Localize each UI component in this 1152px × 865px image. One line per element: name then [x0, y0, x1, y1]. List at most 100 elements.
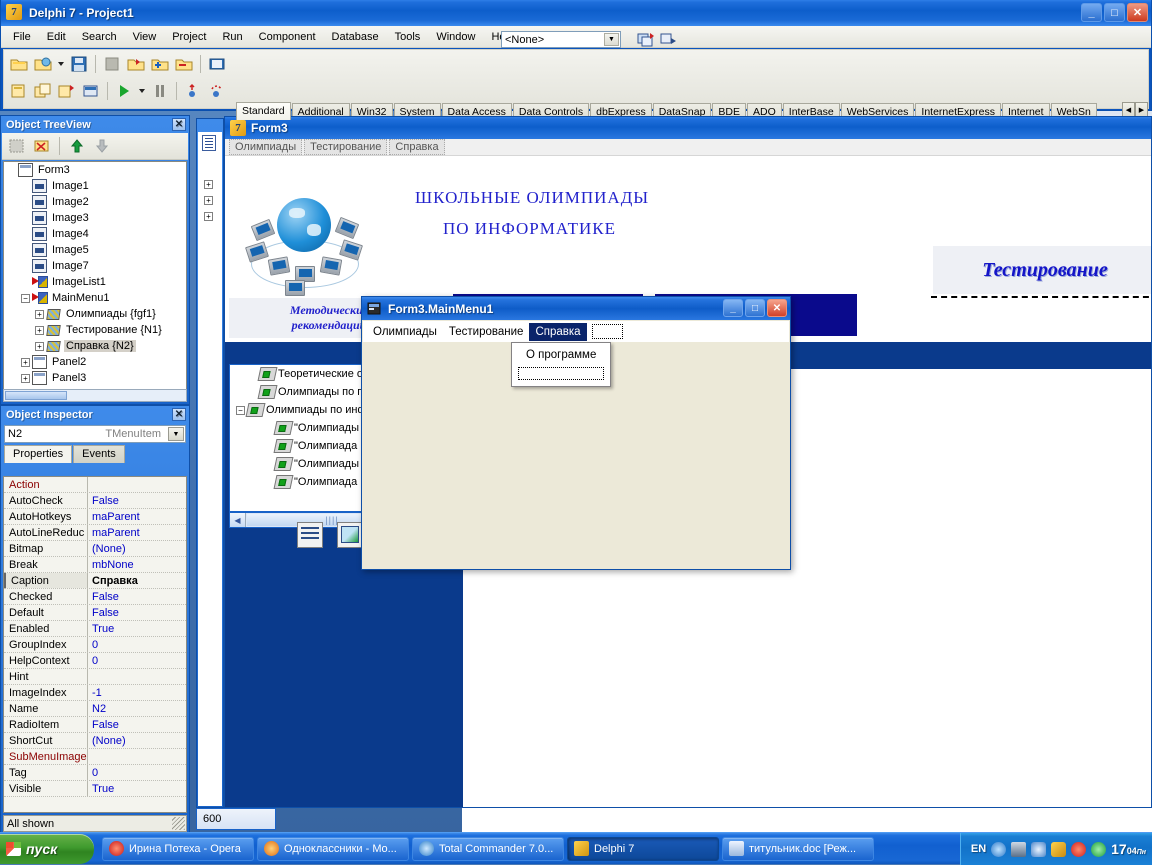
- palette-tab-standard[interactable]: Standard: [236, 102, 291, 120]
- property-value[interactable]: False: [88, 589, 186, 604]
- pause-icon[interactable]: [149, 80, 171, 102]
- property-value[interactable]: False: [88, 493, 186, 508]
- taskbar-button[interactable]: Ирина Потеха - Opera: [102, 837, 254, 861]
- save-icon[interactable]: [68, 53, 90, 75]
- run-dropdown-arrow-icon[interactable]: [137, 80, 147, 102]
- treeview-node[interactable]: +Panel2: [4, 354, 186, 370]
- property-value[interactable]: (None): [88, 541, 186, 556]
- treeview-node[interactable]: Image5: [4, 242, 186, 258]
- property-value[interactable]: N2: [88, 701, 186, 716]
- opera-tray-icon[interactable]: [1071, 842, 1086, 857]
- collapse-icon[interactable]: −: [236, 406, 245, 415]
- minimize-button[interactable]: _: [723, 299, 743, 317]
- resize-grip-icon[interactable]: [172, 817, 185, 830]
- add-to-project-icon[interactable]: [149, 53, 171, 75]
- property-value[interactable]: 0: [88, 653, 186, 668]
- code-editor-gutter[interactable]: + + +: [198, 132, 222, 806]
- mainmenu-editor-dropdown[interactable]: О программе: [511, 342, 611, 387]
- expand-icon[interactable]: +: [35, 342, 44, 351]
- view-unit-icon[interactable]: [56, 80, 78, 102]
- taskbar-clock[interactable]: 1704Пн: [1111, 841, 1146, 857]
- imagelist-component-icon[interactable]: [337, 522, 363, 548]
- new-form-icon[interactable]: [8, 80, 30, 102]
- mainmenu-editor-menubar[interactable]: ОлимпиадыТестированиеСправка: [363, 321, 789, 342]
- help-icon[interactable]: [206, 53, 228, 75]
- menu-editor-new-item-placeholder[interactable]: [592, 324, 623, 339]
- close-button[interactable]: ✕: [767, 299, 787, 317]
- property-row[interactable]: SubMenuImage: [4, 749, 186, 765]
- menu-component[interactable]: Component: [251, 28, 324, 46]
- maximize-button[interactable]: □: [745, 299, 765, 317]
- treeview-node[interactable]: +Panel3: [4, 370, 186, 386]
- collapse-icon[interactable]: −: [21, 294, 30, 303]
- mainmenu-dialog-body[interactable]: ОлимпиадыТестированиеСправка О программе: [363, 321, 789, 568]
- code-fold-plus-icon[interactable]: +: [204, 196, 213, 205]
- mainmenu-designer-dialog[interactable]: Form3.MainMenu1 _ □ ✕ ОлимпиадыТестирова…: [361, 296, 791, 570]
- treeview-node[interactable]: +Тестирование {N1}: [4, 322, 186, 338]
- show-hidden-icon[interactable]: [991, 842, 1006, 857]
- object-treeview-tree[interactable]: Form3Image1Image2Image3Image4Image5Image…: [3, 161, 187, 393]
- property-row[interactable]: DefaultFalse: [4, 605, 186, 621]
- toggle-form-unit-icon[interactable]: [32, 80, 54, 102]
- property-row[interactable]: AutoCheckFalse: [4, 493, 186, 509]
- close-icon[interactable]: ✕: [172, 118, 186, 131]
- menu-editor-item[interactable]: Справка: [529, 323, 586, 341]
- taskbar-button[interactable]: титульник.doc [Реж...: [722, 837, 874, 861]
- start-button[interactable]: пуск: [0, 834, 94, 864]
- close-button[interactable]: ✕: [1127, 3, 1148, 22]
- close-icon[interactable]: ✕: [172, 408, 186, 421]
- open-unit-icon[interactable]: [125, 53, 147, 75]
- object-selector-combo[interactable]: N2 TMenuItem ▼: [4, 425, 186, 443]
- taskbar-button[interactable]: Delphi 7: [567, 837, 719, 861]
- save-all-icon[interactable]: [101, 53, 123, 75]
- new-items-icon[interactable]: [637, 31, 655, 48]
- treeview-node[interactable]: −MainMenu1: [4, 290, 186, 306]
- property-row[interactable]: AutoHotkeysmaParent: [4, 509, 186, 525]
- code-fold-plus-icon[interactable]: +: [204, 180, 213, 189]
- object-inspector-panel[interactable]: Object Inspector ✕ N2 TMenuItem ▼ Proper…: [0, 405, 190, 835]
- scroll-thumb[interactable]: [5, 391, 67, 400]
- property-row[interactable]: EnabledTrue: [4, 621, 186, 637]
- property-value[interactable]: mbNone: [88, 557, 186, 572]
- menu-window[interactable]: Window: [428, 28, 483, 46]
- form-menu-item[interactable]: Справка: [389, 139, 444, 155]
- new-item-icon[interactable]: [6, 135, 28, 157]
- open-dropdown-arrow-icon[interactable]: [56, 53, 66, 75]
- object-treeview-panel[interactable]: Object TreeView ✕ Form3Image1Image2Image…: [0, 115, 190, 405]
- property-value[interactable]: (None): [88, 733, 186, 748]
- update-icon[interactable]: [1051, 842, 1066, 857]
- tab-events[interactable]: Events: [73, 445, 125, 463]
- form-menu-item[interactable]: Тестирование: [304, 139, 387, 155]
- move-down-icon[interactable]: [91, 135, 113, 157]
- property-row[interactable]: Hint: [4, 669, 186, 685]
- menu-database[interactable]: Database: [324, 28, 387, 46]
- chevron-down-icon[interactable]: ▼: [168, 427, 184, 441]
- property-row[interactable]: CheckedFalse: [4, 589, 186, 605]
- view-form-icon[interactable]: [659, 31, 677, 48]
- menu-search[interactable]: Search: [74, 28, 125, 46]
- menu-project[interactable]: Project: [164, 28, 214, 46]
- property-row[interactable]: Bitmap(None): [4, 541, 186, 557]
- menu-editor-item[interactable]: Тестирование: [443, 323, 530, 341]
- menu-item-new-placeholder[interactable]: [518, 367, 604, 380]
- property-value[interactable]: [88, 669, 186, 684]
- treeview-node[interactable]: +Справка {N2}: [4, 338, 186, 354]
- property-row[interactable]: RadioItemFalse: [4, 717, 186, 733]
- property-row[interactable]: GroupIndex0: [4, 637, 186, 653]
- expand-icon[interactable]: +: [21, 358, 30, 367]
- menu-edit[interactable]: Edit: [39, 28, 74, 46]
- chevron-down-icon[interactable]: ▼: [604, 33, 619, 46]
- form-menu-item[interactable]: Олимпиады: [229, 139, 302, 155]
- move-up-icon[interactable]: [66, 135, 88, 157]
- property-row[interactable]: BreakmbNone: [4, 557, 186, 573]
- property-value[interactable]: -1: [88, 685, 186, 700]
- menu-run[interactable]: Run: [214, 28, 250, 46]
- property-row[interactable]: ShortCut(None): [4, 733, 186, 749]
- property-row[interactable]: Tag0: [4, 765, 186, 781]
- scroll-left-arrow-icon[interactable]: ◀: [230, 513, 246, 527]
- property-value[interactable]: 0: [88, 765, 186, 780]
- step-over-icon[interactable]: [206, 80, 228, 102]
- property-value[interactable]: False: [88, 717, 186, 732]
- menu-view[interactable]: View: [125, 28, 165, 46]
- treeview-node[interactable]: Image1: [4, 178, 186, 194]
